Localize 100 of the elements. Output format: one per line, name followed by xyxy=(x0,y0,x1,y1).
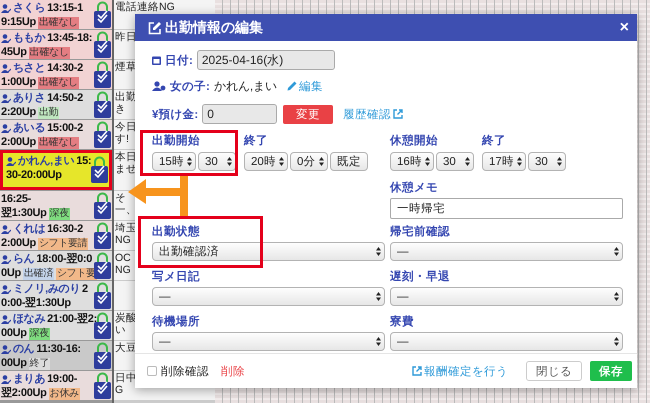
status-select[interactable]: — xyxy=(152,332,385,351)
staff-card[interactable]: ありさ 14:50-2 2:20Up 出勤 xyxy=(0,90,112,119)
time-select[interactable]: 30 xyxy=(198,152,236,171)
person-icon xyxy=(1,64,11,73)
shift-time: 2:00Up xyxy=(1,136,36,149)
staff-name: さくら xyxy=(13,2,46,15)
staff-card[interactable]: さくら 13:15-1 9:15Up 出確なし xyxy=(0,0,112,29)
date-field[interactable]: 2025-04-16(水) xyxy=(196,50,335,70)
staff-card[interactable]: まりあ 19:00- 翌2:00Up お休み xyxy=(0,371,112,400)
status-tag: 出確なし xyxy=(38,136,79,148)
close-dialog-button[interactable]: 閉じる xyxy=(526,361,582,381)
delete-confirm-checkbox[interactable]: 削除確認 xyxy=(147,364,209,378)
time-label: 休憩開始 xyxy=(390,133,439,148)
person-icon xyxy=(152,81,166,91)
shift-time: 00Up xyxy=(1,357,27,370)
external-link-icon xyxy=(393,109,404,119)
time-select[interactable]: 0分 xyxy=(290,152,328,171)
person-icon xyxy=(1,285,11,294)
staff-name: くれは xyxy=(13,223,46,236)
delete-link[interactable]: 削除 xyxy=(221,364,245,378)
shift-time: 13:45-18: xyxy=(47,32,92,45)
time-select[interactable]: 20時 xyxy=(244,152,288,171)
updown-icon xyxy=(279,157,284,166)
time-select[interactable]: 既定 xyxy=(330,152,368,171)
lock-check-icon[interactable] xyxy=(93,120,112,148)
shift-time: 16:25- xyxy=(1,193,31,206)
memo-label: 休憩メモ xyxy=(390,180,439,195)
lock-check-icon[interactable] xyxy=(93,60,112,88)
time-select[interactable]: 16時 xyxy=(390,152,434,171)
status-select[interactable]: — xyxy=(152,287,385,306)
note-text: き xyxy=(115,103,126,115)
dialog-title: 出勤情報の編集 xyxy=(165,18,263,36)
time-select[interactable]: 17時 xyxy=(482,152,526,171)
shift-time: 15: xyxy=(76,155,92,168)
lock-check-icon[interactable] xyxy=(90,156,109,184)
updown-icon xyxy=(614,247,619,256)
shift-time: 0:00-翌1:30Up xyxy=(1,297,71,310)
field-label: 写メ日記 xyxy=(152,269,201,284)
memo-field[interactable]: 一時帰宅 xyxy=(390,198,623,219)
lock-check-icon[interactable] xyxy=(93,222,112,250)
field-label: 出勤状態 xyxy=(152,224,201,239)
staff-card[interactable]: くれは 16:30-2 2:00Up シフト要請 xyxy=(0,221,112,250)
time-select[interactable]: 30 xyxy=(528,152,566,171)
note-text: い xyxy=(115,324,126,336)
shift-time: 18:00-翌0:0 xyxy=(36,253,92,266)
deposit-field[interactable]: 0 xyxy=(202,104,278,124)
edit-icon xyxy=(148,20,162,34)
shift-time: 15:00-2 xyxy=(47,122,83,135)
staff-card[interactable]: ほなみ 21:00-翌2: 00Up 深夜 xyxy=(0,311,112,340)
shift-time: 11:30-16: xyxy=(36,343,81,356)
updown-icon xyxy=(187,157,192,166)
staff-card[interactable]: かれん,まい 15: 30-20:00Up xyxy=(0,150,112,190)
note-text: 一、 xyxy=(115,204,137,216)
time-select[interactable]: 30 xyxy=(436,152,474,171)
person-icon xyxy=(1,225,11,234)
field-label: 帰宅前確認 xyxy=(390,224,451,239)
note-text: す! xyxy=(115,133,129,145)
lock-check-icon[interactable] xyxy=(93,342,112,370)
date-label: 日付: xyxy=(165,54,193,68)
close-button[interactable]: × xyxy=(620,18,629,36)
callout-arrow xyxy=(128,176,190,216)
staff-card[interactable]: 16:25- 翌1:30Up 深夜 xyxy=(0,191,112,220)
note-text: 炭酸 xyxy=(115,312,137,324)
shift-time: 2:00Up xyxy=(1,237,36,250)
calendar-icon xyxy=(152,55,161,65)
staff-card[interactable]: ちさと 14:30-2 1:00Up 出確なし xyxy=(0,60,112,89)
shift-time: 9:15Up xyxy=(1,16,36,29)
status-select[interactable]: 出勤確認済 xyxy=(152,242,385,261)
lock-check-icon[interactable] xyxy=(93,30,112,58)
shift-time: 14:50-2 xyxy=(47,92,83,105)
person-icon xyxy=(1,255,11,264)
deposit-label: ¥預け金: xyxy=(152,108,198,122)
updown-icon xyxy=(614,292,619,301)
lock-check-icon[interactable] xyxy=(93,252,112,280)
status-select[interactable]: — xyxy=(390,242,623,261)
staff-card[interactable]: ミノリ,みのり 2 0:00-翌1:30Up xyxy=(0,281,112,310)
status-select[interactable]: — xyxy=(390,287,623,306)
updown-icon xyxy=(465,157,470,166)
staff-card[interactable]: のん 11:30-16: 00Up 終了 xyxy=(0,341,112,370)
staff-card[interactable]: あいる 15:00-2 2:00Up 出確なし xyxy=(0,120,112,149)
note-text: 昨日 xyxy=(115,31,137,43)
note-text: 本日 xyxy=(115,151,137,163)
field-label: 待機場所 xyxy=(152,314,201,329)
staff-name: ちさと xyxy=(13,62,46,75)
staff-card[interactable]: ももか 13:45-18: 45Up 出確なし xyxy=(0,30,112,59)
status-select[interactable]: — xyxy=(390,332,623,351)
shift-time: 00Up xyxy=(1,327,27,340)
lock-check-icon[interactable] xyxy=(93,90,112,118)
lock-check-icon[interactable] xyxy=(93,372,112,400)
change-button[interactable]: 変更 xyxy=(283,104,334,124)
shift-time: 30-20:00Up xyxy=(6,169,62,182)
lock-check-icon[interactable] xyxy=(93,0,112,28)
updown-icon xyxy=(425,157,430,166)
time-select[interactable]: 15時 xyxy=(152,152,196,171)
lock-check-icon[interactable] xyxy=(93,282,112,310)
updown-icon xyxy=(376,292,381,301)
staff-name: ほなみ xyxy=(13,313,46,326)
lock-check-icon[interactable] xyxy=(93,192,112,220)
time-label: 終了 xyxy=(482,134,507,148)
shift-time: 翌1:30Up xyxy=(1,207,47,220)
